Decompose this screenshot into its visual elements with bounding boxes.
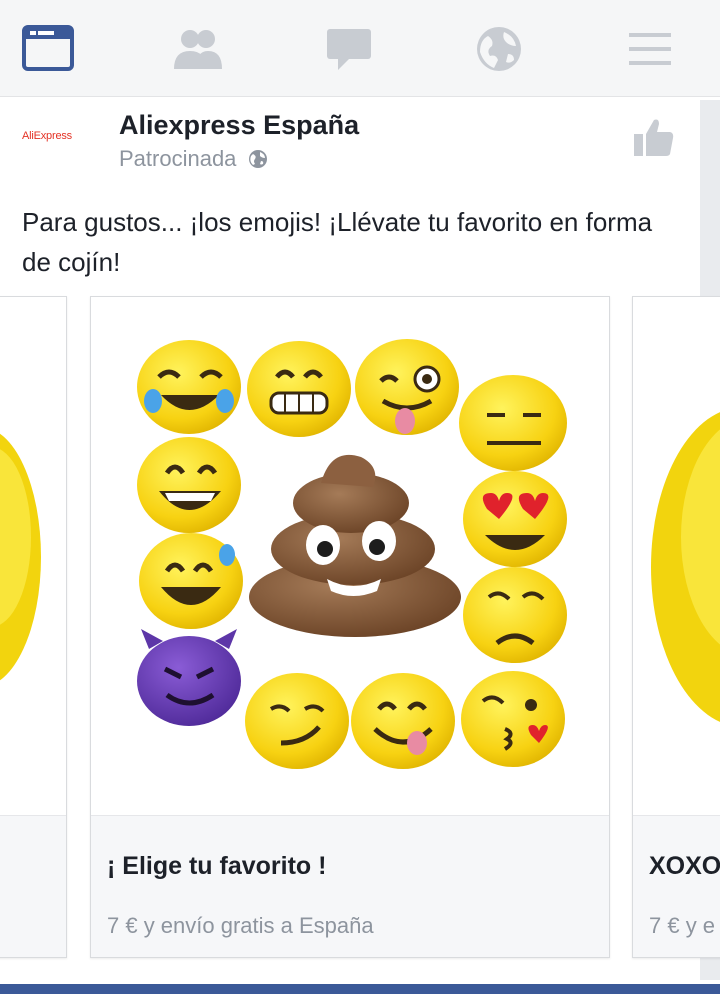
emoji-heart-eyes xyxy=(463,471,567,567)
post-meta: Patrocinada xyxy=(119,146,268,172)
card-footer: ¡ Elige tu favorito ! 7 € y envío gratis… xyxy=(91,815,609,957)
emoji-winking-tongue xyxy=(355,339,459,435)
product-image-emoji-cushions xyxy=(91,297,609,815)
emoji-smirking xyxy=(245,673,349,769)
friends-icon[interactable] xyxy=(172,24,224,74)
like-page-button[interactable] xyxy=(632,116,676,160)
sponsored-label: Patrocinada xyxy=(119,146,237,171)
product-image xyxy=(633,297,720,815)
globe-icon xyxy=(249,150,268,168)
emoji-smiling-devil xyxy=(137,629,241,726)
carousel-card-previous[interactable] xyxy=(0,296,67,958)
emoji-tears-of-joy xyxy=(137,340,241,434)
notifications-globe-icon[interactable] xyxy=(473,24,525,74)
emoji-grimacing xyxy=(247,341,351,437)
messages-icon[interactable] xyxy=(323,24,375,74)
thumbs-up-icon xyxy=(634,119,674,156)
card-price: 7 € y e xyxy=(649,913,716,938)
top-nav-bar xyxy=(0,0,720,97)
card-footer xyxy=(0,815,66,957)
page-name[interactable]: Aliexpress España xyxy=(119,110,359,141)
bottom-bar xyxy=(0,984,720,994)
card-price: 7 € y envío gratis a España xyxy=(107,913,374,938)
page-logo[interactable]: AliExpress xyxy=(22,130,92,160)
post-text: Para gustos... ¡los emojis! ¡Llévate tu … xyxy=(22,207,653,277)
card-footer: XOXO 7 € y e xyxy=(633,815,720,957)
card-title[interactable]: XOXO xyxy=(649,852,720,881)
product-image xyxy=(0,297,66,815)
card-title[interactable]: ¡ Elige tu favorito ! xyxy=(107,852,326,881)
emoji-expressionless xyxy=(459,375,567,471)
emoji-pile-of-poo xyxy=(249,454,461,637)
emoji-grinning xyxy=(137,437,241,533)
carousel-card-next[interactable]: XOXO 7 € y e xyxy=(632,296,720,958)
emoji-unamused xyxy=(463,567,567,663)
emoji-kissing-heart xyxy=(461,671,565,767)
menu-icon[interactable] xyxy=(624,24,676,74)
news-feed-icon[interactable] xyxy=(22,24,74,74)
carousel-card-main[interactable]: ¡ Elige tu favorito ! 7 € y envío gratis… xyxy=(90,296,610,958)
emoji-savoring-food xyxy=(351,673,455,769)
emoji-sweat-smile xyxy=(139,533,243,629)
page-logo-text: AliExpress xyxy=(22,130,72,142)
